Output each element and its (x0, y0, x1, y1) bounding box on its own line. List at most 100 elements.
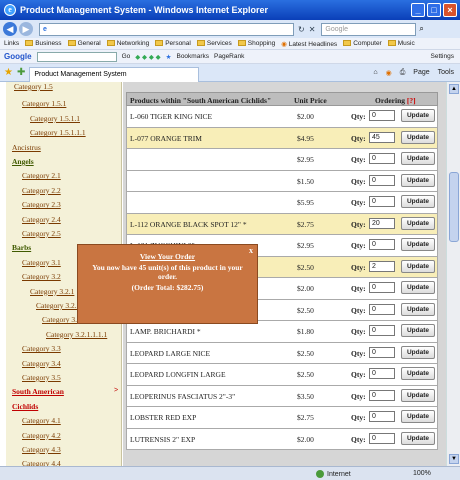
scroll-up-arrow[interactable]: ▲ (449, 84, 459, 94)
update-button[interactable]: Update (401, 152, 435, 165)
update-button[interactable]: Update (401, 109, 435, 122)
help-link[interactable]: [?] (407, 96, 416, 105)
sidebar-item[interactable]: Category 2.4 (22, 215, 61, 224)
favorites-star-icon[interactable]: ★ (4, 67, 13, 78)
update-button[interactable]: Update (401, 345, 435, 359)
sidebar-item[interactable]: Category 3.1 (22, 258, 61, 267)
home-icon[interactable]: ⌂ (373, 69, 377, 77)
back-button[interactable]: ◀ (3, 22, 17, 36)
link-personal[interactable]: Personal (155, 40, 191, 47)
qty-input[interactable]: 0 (369, 389, 395, 401)
sidebar-item[interactable]: Category 1.5.1 (22, 99, 66, 108)
sidebar-item[interactable]: Category 2.3 (22, 200, 61, 209)
update-button[interactable]: Update (401, 216, 435, 230)
update-button[interactable]: Update (401, 259, 435, 273)
settings-menu[interactable]: Settings (431, 53, 455, 60)
sidebar-item[interactable]: Category 3.3 (22, 344, 61, 353)
sidebar-item[interactable]: Category 1.5.1.1.1 (30, 128, 86, 137)
print-icon[interactable]: ⎙ (400, 69, 406, 77)
scroll-thumb[interactable] (449, 172, 459, 242)
qty-input[interactable]: 20 (369, 217, 395, 229)
link-shopping[interactable]: Shopping (237, 40, 275, 47)
qty-input[interactable]: 0 (369, 110, 395, 121)
qty-input[interactable]: 45 (369, 131, 395, 143)
vertical-scrollbar[interactable]: ▲ ▼ (446, 82, 460, 466)
qty-input[interactable]: 0 (369, 174, 395, 186)
feeds-icon[interactable]: ◉ (386, 69, 392, 77)
link-general[interactable]: General (67, 40, 101, 47)
search-icon[interactable]: ⌕ (419, 24, 423, 34)
sidebar-item[interactable]: Category 4.4 (22, 459, 61, 466)
qty-input[interactable]: 0 (369, 325, 395, 336)
link-business[interactable]: Business (25, 40, 62, 47)
sidebar-item[interactable]: Category 3.4 (22, 359, 61, 368)
close-window-button[interactable]: × (443, 3, 457, 17)
qty-input[interactable]: 0 (369, 368, 395, 379)
sidebar-item[interactable]: Barbs (12, 243, 31, 252)
sidebar-item[interactable]: Category 2.5 (22, 229, 61, 238)
qty-input[interactable]: 2 (369, 260, 395, 272)
tab-product-management[interactable]: Product Management System (29, 66, 200, 82)
maximize-button[interactable]: □ (427, 3, 441, 17)
sidebar-item[interactable]: Category 3.2.1.1.1.1 (46, 330, 107, 339)
search-input[interactable]: Google (321, 22, 417, 36)
link-networking[interactable]: Networking (106, 40, 149, 47)
update-button[interactable]: Update (401, 388, 435, 402)
qty-input[interactable]: 0 (369, 196, 395, 207)
link-computer[interactable]: Computer (343, 40, 382, 47)
stop-icon[interactable]: ✕ (309, 25, 316, 34)
sidebar-item[interactable]: Category 4.1 (22, 416, 61, 425)
sidebar-item[interactable]: Category 2.2 (22, 186, 61, 195)
sidebar-item[interactable]: Category 3.2.1 (30, 287, 74, 296)
sidebar-item[interactable]: Ancistrus (12, 143, 41, 152)
sidebar-item[interactable]: South American (12, 387, 64, 396)
view-order-link[interactable]: View Your Order (78, 252, 257, 261)
bookmarks-star-icon[interactable]: ★ (166, 53, 172, 61)
sidebar-item[interactable]: Category 1.5 (14, 82, 53, 91)
google-go-button[interactable]: Go (122, 53, 131, 60)
google-search-input[interactable] (36, 51, 117, 62)
popup-close-button[interactable]: x (249, 246, 253, 255)
update-button[interactable]: Update (401, 367, 435, 380)
update-button[interactable]: Update (401, 130, 435, 144)
order-message: You now have 45 unit(s) of this product … (92, 263, 243, 281)
update-button[interactable]: Update (401, 431, 435, 445)
update-button[interactable]: Update (401, 195, 435, 208)
update-button[interactable]: Update (401, 281, 435, 294)
refresh-icon[interactable]: ↻ (298, 25, 305, 34)
qty-input[interactable]: 0 (369, 411, 395, 422)
update-button[interactable]: Update (401, 238, 435, 251)
product-price: $2.75 (297, 219, 314, 229)
qty-input[interactable]: 0 (369, 282, 395, 293)
qty-input[interactable]: 0 (369, 346, 395, 358)
sidebar-item[interactable]: Category 2.1 (22, 171, 61, 180)
minimize-button[interactable]: _ (411, 3, 425, 17)
update-button[interactable]: Update (401, 173, 435, 187)
link-services[interactable]: Services (196, 40, 232, 47)
scroll-down-arrow[interactable]: ▼ (449, 454, 459, 464)
sidebar-item[interactable]: Cichlids (12, 402, 38, 411)
sidebar-item[interactable]: Category 4.2 (22, 431, 61, 440)
update-button[interactable]: Update (401, 302, 435, 316)
qty-input[interactable]: 0 (369, 432, 395, 444)
link-music[interactable]: Music (387, 40, 415, 47)
sidebar-item[interactable]: Category 4.3 (22, 445, 61, 454)
update-button[interactable]: Update (401, 410, 435, 423)
bookmarks-menu[interactable]: Bookmarks (176, 53, 209, 60)
sidebar-item[interactable]: Angels (12, 157, 34, 166)
link-latest-headlines[interactable]: ◉ Latest Headlines (281, 40, 337, 48)
sidebar-item[interactable]: Category 1.5.1.1 (30, 114, 80, 123)
add-favorite-icon[interactable]: ✚ (17, 67, 25, 78)
sidebar-item[interactable]: Category 3.5 (22, 373, 61, 382)
qty-input[interactable]: 0 (369, 303, 395, 315)
qty-input[interactable]: 0 (369, 239, 395, 250)
page-menu[interactable]: Page (413, 69, 429, 77)
tools-menu[interactable]: Tools (438, 69, 454, 77)
qty-input[interactable]: 0 (369, 153, 395, 164)
update-button[interactable]: Update (401, 324, 435, 337)
sidebar-item[interactable]: Category 3.2 (22, 272, 61, 281)
url-input[interactable]: e (39, 22, 294, 36)
zoom-level[interactable]: 100% (413, 470, 431, 477)
forward-button[interactable]: ▶ (19, 22, 33, 36)
toolbar-icons[interactable]: ◆ ◆ ◆ ◆ (135, 53, 160, 61)
